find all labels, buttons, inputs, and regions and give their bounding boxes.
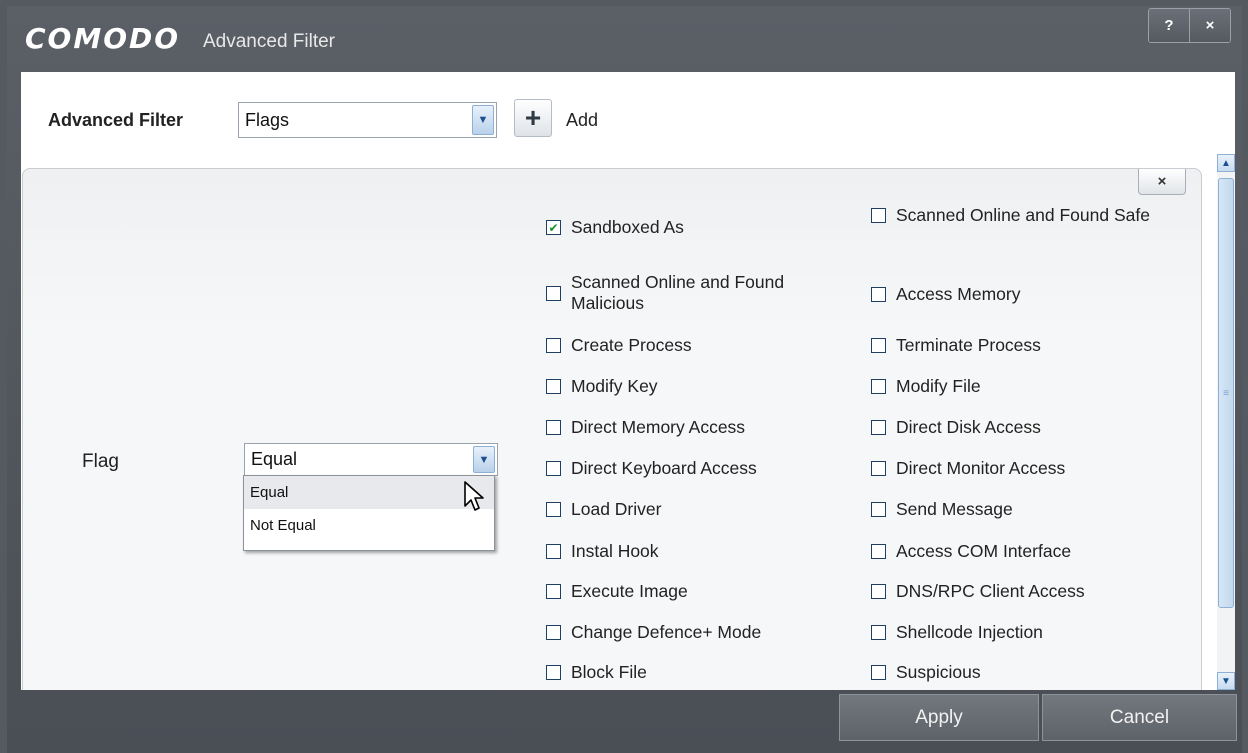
checkbox-label: Direct Memory Access [571,417,746,437]
checkbox-label: Create Process [571,335,692,355]
flag-label: Flag [82,451,119,472]
checkbox-instal-hook[interactable]: Instal Hook [546,541,659,562]
brand-logo: COMODO [25,22,181,55]
dropdown-option-not-equal[interactable]: Not Equal [244,509,494,542]
checkbox-box[interactable] [546,502,561,517]
title-bar: COMODO Advanced Filter ? × [7,6,1242,72]
checkbox-box[interactable] [546,338,561,353]
checkbox-box[interactable] [871,287,886,302]
checkbox-access-memory[interactable]: Access Memory [871,284,1020,305]
close-button[interactable]: × [1189,9,1230,42]
checkbox-access-com-interface[interactable]: Access COM Interface [871,541,1071,562]
checkbox-box[interactable] [546,379,561,394]
checkbox-box[interactable] [546,461,561,476]
checkbox-direct-disk-access[interactable]: Direct Disk Access [871,417,1041,438]
scrollbar-thumb[interactable]: ≡ [1218,178,1234,608]
plus-icon: + [524,102,542,133]
checkbox-create-process[interactable]: Create Process [546,335,692,356]
checkbox-label: Terminate Process [896,335,1041,355]
dropdown-option-equal[interactable]: Equal [244,476,494,509]
checkbox-label: Suspicious [896,662,981,682]
checkbox-label: Direct Keyboard Access [571,458,757,478]
checkbox-scanned-malicious[interactable]: Scanned Online and Found Malicious [546,272,841,314]
checkbox-box[interactable] [546,625,561,640]
chevron-down-icon[interactable]: ▼ [472,105,494,135]
checkbox-label: Scanned Online and Found Safe [896,205,1150,225]
filter-type-value: Flags [245,109,290,130]
checkbox-direct-memory-access[interactable]: Direct Memory Access [546,417,745,438]
checkbox-box[interactable] [871,420,886,435]
checkbox-label: Sandboxed As [571,217,684,237]
checkbox-box[interactable] [871,665,886,680]
checkbox-load-driver[interactable]: Load Driver [546,499,661,520]
checkbox-modify-key[interactable]: Modify Key [546,376,658,397]
checkbox-direct-keyboard-access[interactable]: Direct Keyboard Access [546,458,757,479]
remove-filter-button[interactable]: × [1138,169,1186,195]
checkbox-label: Change Defence+ Mode [571,622,762,642]
checkbox-shellcode-injection[interactable]: Shellcode Injection [871,622,1043,643]
content-area: Advanced Filter Flags ▼ + Add × Flag Equ… [21,72,1235,690]
checkbox-modify-file[interactable]: Modify File [871,376,981,397]
checkbox-label: Modify File [896,376,981,396]
checkbox-box[interactable] [546,544,561,559]
add-button[interactable]: + [514,99,552,137]
checkbox-sandboxed-as[interactable]: ✔ Sandboxed As [546,217,684,238]
checkbox-label: Block File [571,662,647,682]
advanced-filter-window: COMODO Advanced Filter ? × Advanced Filt… [7,6,1242,753]
flag-operator-select[interactable]: Equal ▼ [244,443,498,476]
checkbox-box[interactable] [871,379,886,394]
checkbox-box[interactable] [546,285,561,301]
cancel-button[interactable]: Cancel [1042,694,1237,741]
checkbox-send-message[interactable]: Send Message [871,499,1013,520]
checkbox-terminate-process[interactable]: Terminate Process [871,335,1041,356]
checkbox-dns-rpc-client-access[interactable]: DNS/RPC Client Access [871,581,1085,602]
filter-panel: × Flag Equal ▼ ✔ Sandboxed As Scanned On… [22,168,1202,690]
checkbox-direct-monitor-access[interactable]: Direct Monitor Access [871,458,1065,479]
arrow-down-icon[interactable]: ▼ [1217,672,1235,690]
checkbox-block-file[interactable]: Block File [546,662,647,683]
checkbox-label: Instal Hook [571,541,659,561]
checkbox-box[interactable] [546,420,561,435]
mouse-cursor-icon [464,481,484,511]
checkbox-scanned-safe[interactable]: Scanned Online and Found Safe [871,205,1161,226]
check-icon[interactable]: ✔ [546,220,561,235]
checkbox-label: Send Message [896,499,1013,519]
chevron-down-icon[interactable]: ▼ [473,446,495,473]
checkbox-label: Load Driver [571,499,662,519]
checkbox-box[interactable] [871,208,886,223]
checkbox-box[interactable] [546,584,561,599]
help-button[interactable]: ? [1149,9,1189,42]
checkbox-label: Direct Disk Access [896,417,1041,437]
checkbox-change-defence-mode[interactable]: Change Defence+ Mode [546,622,761,643]
apply-button[interactable]: Apply [839,694,1039,741]
operator-dropdown-list: Equal Not Equal [243,475,495,551]
vertical-scrollbar[interactable]: ▲ ≡ ▼ [1217,154,1235,690]
checkbox-suspicious[interactable]: Suspicious [871,662,981,683]
checkbox-label: Access Memory [896,284,1021,304]
filter-type-select[interactable]: Flags ▼ [238,102,497,138]
checkbox-label: Shellcode Injection [896,622,1043,642]
add-label[interactable]: Add [566,110,598,131]
checkbox-box[interactable] [871,584,886,599]
arrow-up-icon[interactable]: ▲ [1217,154,1235,172]
checkbox-box[interactable] [546,665,561,680]
checkbox-label: Scanned Online and Found Malicious [571,272,785,313]
title-buttons: ? × [1148,8,1231,43]
advanced-filter-label: Advanced Filter [48,110,184,130]
checkbox-box[interactable] [871,544,886,559]
checkbox-label: Execute Image [571,581,688,601]
checkbox-label: Modify Key [571,376,658,396]
checkbox-box[interactable] [871,625,886,640]
checkbox-box[interactable] [871,461,886,476]
checkbox-execute-image[interactable]: Execute Image [546,581,688,602]
checkbox-label: Direct Monitor Access [896,458,1066,478]
checkbox-label: Access COM Interface [896,541,1072,561]
checkbox-box[interactable] [871,502,886,517]
flag-operator-value: Equal [251,449,298,469]
checkbox-box[interactable] [871,338,886,353]
window-title: Advanced Filter [203,31,336,52]
checkbox-label: DNS/RPC Client Access [896,581,1085,601]
